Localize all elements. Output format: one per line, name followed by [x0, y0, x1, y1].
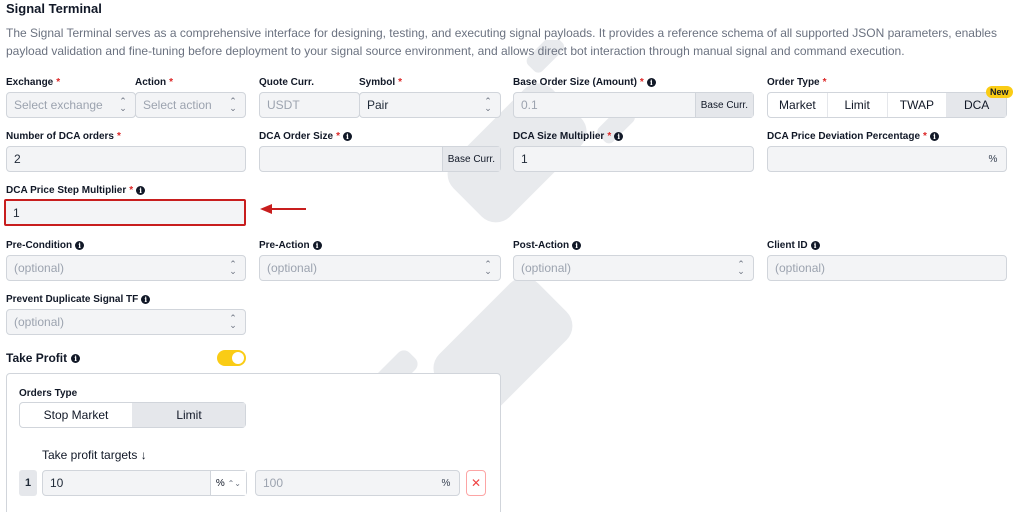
symbol-select[interactable]: Pair ⌃ ⌄ [359, 92, 501, 118]
base-currency-toggle[interactable]: Base Curr. [694, 93, 753, 117]
pre-condition-select[interactable]: (optional) ⌃ ⌄ [6, 255, 246, 281]
target-price-input[interactable]: 10 % ⌃⌄ [42, 470, 247, 496]
symbol-label: Symbol * [359, 77, 403, 88]
base-order-size-label: Base Order Size (Amount) * i [513, 77, 656, 88]
base-currency-toggle[interactable]: Base Curr. [441, 147, 500, 171]
dca-size-multiplier-label: DCA Size Multiplier * i [513, 131, 624, 142]
order-type-label: Order Type * [767, 77, 827, 88]
target-index: 1 [19, 470, 37, 496]
info-icon[interactable]: i [75, 241, 85, 250]
post-action-label: Post-Action i [513, 240, 582, 251]
chevron-updown-icon: ⌃ ⌄ [484, 96, 492, 113]
pre-condition-label: Pre-Condition i [6, 240, 85, 251]
exchange-label: Exchange * [6, 77, 61, 88]
client-id-label: Client ID i [767, 240, 820, 251]
info-icon[interactable]: i [71, 353, 81, 363]
chevron-updown-icon: ⌃ ⌄ [119, 96, 127, 113]
target-size-input[interactable]: 100 % [255, 470, 460, 496]
info-icon[interactable]: i [343, 132, 352, 141]
info-icon[interactable]: i [646, 78, 656, 87]
dca-price-deviation-input[interactable]: % [767, 146, 1007, 172]
base-order-size-input[interactable]: 0.1 Base Curr. [513, 92, 754, 118]
post-action-select[interactable]: (optional) ⌃ ⌄ [513, 255, 754, 281]
dca-size-multiplier-input[interactable]: 1 [513, 146, 754, 172]
pre-action-select[interactable]: (optional) ⌃ ⌄ [259, 255, 501, 281]
order-type-selector[interactable]: Market Limit TWAP DCA [767, 92, 1007, 118]
order-type-market[interactable]: Market [768, 93, 828, 117]
page-description: The Signal Terminal serves as a comprehe… [6, 26, 997, 58]
info-icon[interactable]: i [810, 241, 820, 250]
action-label: Action * [135, 77, 174, 88]
info-icon[interactable]: i [614, 132, 624, 141]
take-profit-toggle[interactable] [217, 350, 246, 366]
info-icon[interactable]: i [572, 241, 582, 250]
chevron-updown-icon: ⌃ ⌄ [229, 96, 237, 113]
orders-type-stop-market[interactable]: Stop Market [20, 403, 133, 427]
delete-target-button[interactable]: ✕ [466, 470, 486, 496]
pre-action-label: Pre-Action i [259, 240, 322, 251]
dca-orders-input[interactable]: 2 [6, 146, 246, 172]
orders-type-limit[interactable]: Limit [133, 403, 245, 427]
info-icon[interactable]: i [136, 186, 146, 195]
page-title: Signal Terminal [6, 1, 102, 16]
percent-unit: % [441, 477, 451, 489]
dca-price-step-input[interactable]: 1 [4, 199, 246, 226]
chevron-updown-icon: ⌃ ⌄ [737, 259, 745, 276]
orders-type-label: Orders Type [19, 388, 78, 399]
dca-orders-label: Number of DCA orders * [6, 131, 121, 142]
chevron-updown-icon: ⌃ ⌄ [484, 259, 492, 276]
dca-price-step-label: DCA Price Step Multiplier * i [6, 185, 146, 196]
exchange-select[interactable]: Select exchange ⌃ ⌄ [6, 92, 136, 118]
quote-currency-field: USDT [259, 92, 360, 118]
info-icon[interactable]: i [141, 295, 151, 304]
order-type-twap[interactable]: TWAP [888, 93, 948, 117]
prevent-duplicate-label: Prevent Duplicate Signal TF i [6, 294, 151, 305]
info-icon[interactable]: i [929, 132, 939, 141]
percent-unit: % [988, 153, 998, 165]
info-icon[interactable]: i [312, 241, 322, 250]
dca-order-size-input[interactable]: Base Curr. [259, 146, 501, 172]
take-profit-targets-label[interactable]: Take profit targets ↓ [42, 448, 147, 462]
prevent-duplicate-select[interactable]: (optional) ⌃ ⌄ [6, 309, 246, 335]
take-profit-title: Take Profit i [6, 351, 81, 365]
quote-currency-label: Quote Curr. [259, 77, 315, 88]
chevron-updown-icon: ⌃ ⌄ [229, 259, 237, 276]
client-id-input[interactable]: (optional) [767, 255, 1007, 281]
dca-price-deviation-label: DCA Price Deviation Percentage * i [767, 131, 939, 142]
chevron-updown-icon: ⌃ ⌄ [229, 313, 237, 330]
order-type-limit[interactable]: Limit [828, 93, 888, 117]
orders-type-selector[interactable]: Stop Market Limit [19, 402, 246, 428]
target-unit-select[interactable]: % ⌃⌄ [209, 471, 246, 495]
dca-order-size-label: DCA Order Size * i [259, 131, 352, 142]
toggle-knob [232, 352, 244, 364]
action-select[interactable]: Select action ⌃ ⌄ [135, 92, 246, 118]
arrow-left-icon [260, 204, 306, 214]
new-badge: New [986, 86, 1013, 98]
